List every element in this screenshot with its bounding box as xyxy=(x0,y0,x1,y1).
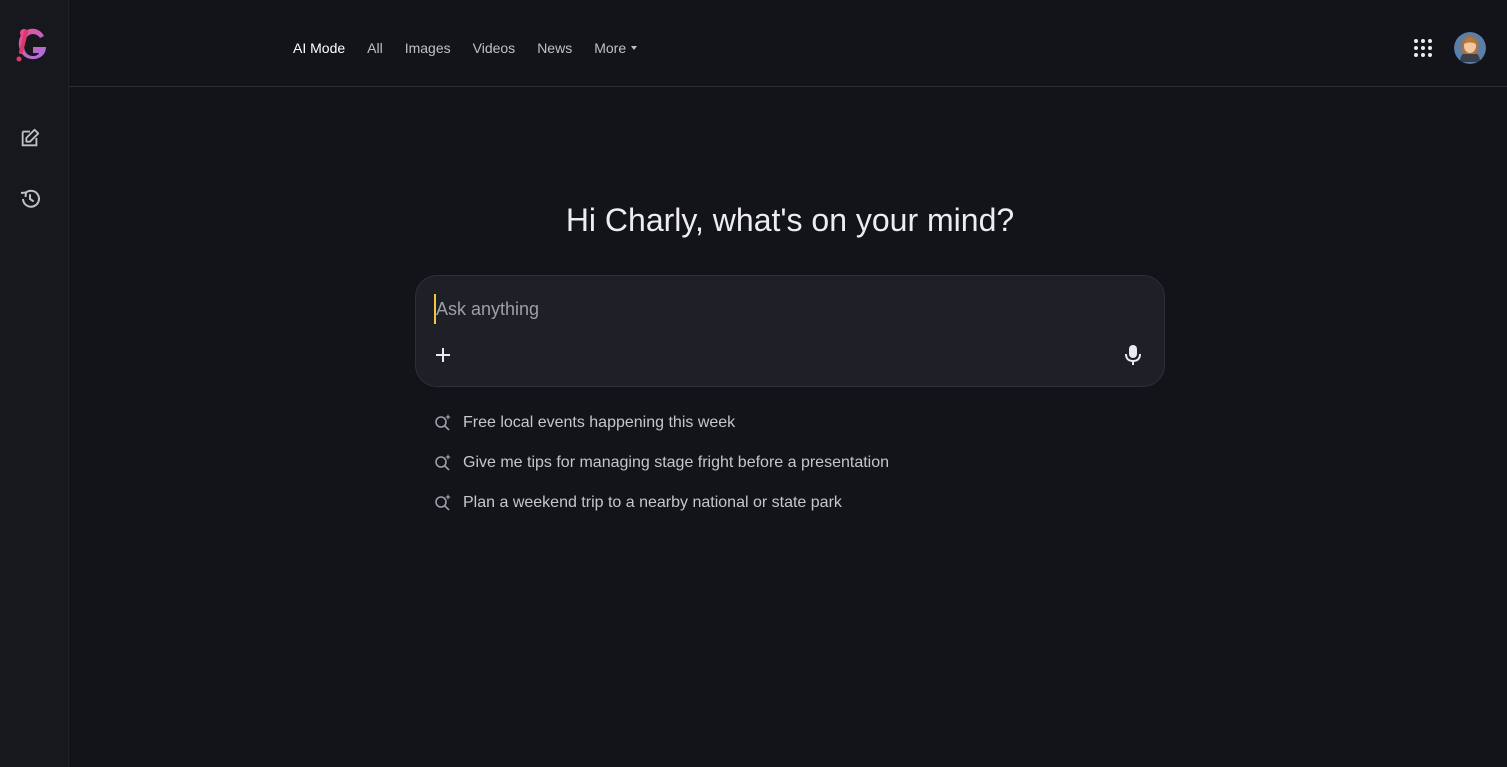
search-sparkle-icon xyxy=(435,454,451,471)
search-sparkle-icon xyxy=(435,414,451,431)
suggestion-label: Free local events happening this week xyxy=(463,414,736,431)
voice-search-button[interactable] xyxy=(1122,342,1144,368)
search-sparkle-icon xyxy=(435,494,451,511)
search-input[interactable] xyxy=(434,294,1138,324)
edit-icon xyxy=(21,128,40,147)
history-icon xyxy=(20,189,40,208)
tab-more[interactable]: More xyxy=(594,39,638,57)
user-avatar-icon xyxy=(1454,32,1486,64)
sidebar xyxy=(0,0,69,767)
tab-images[interactable]: Images xyxy=(405,39,451,57)
apps-grid-button[interactable] xyxy=(1413,38,1433,58)
tab-more-label: More xyxy=(594,40,627,56)
microphone-icon xyxy=(1125,345,1141,365)
tab-ai-mode[interactable]: AI Mode xyxy=(293,39,345,57)
add-attachment-button[interactable] xyxy=(432,344,454,366)
apps-grid-icon xyxy=(1414,39,1432,57)
suggestion-list: Free local events happening this week Gi… xyxy=(433,412,889,532)
new-chat-button[interactable] xyxy=(17,125,43,151)
logo-icon[interactable] xyxy=(11,22,51,70)
plus-icon xyxy=(436,348,450,362)
suggestion-item[interactable]: Give me tips for managing stage fright b… xyxy=(433,452,889,474)
caret-down-icon xyxy=(631,46,638,51)
suggestion-label: Plan a weekend trip to a nearby national… xyxy=(463,494,842,511)
top-bar: AI Mode All Images Videos News More xyxy=(69,0,1507,87)
tab-news[interactable]: News xyxy=(537,39,572,57)
greeting-heading: Hi Charly, what's on your mind? xyxy=(565,202,1015,238)
search-box xyxy=(415,275,1165,387)
avatar[interactable] xyxy=(1454,32,1486,64)
suggestion-item[interactable]: Free local events happening this week xyxy=(433,412,889,434)
tab-videos[interactable]: Videos xyxy=(473,39,516,57)
search-tabs: AI Mode All Images Videos News More xyxy=(293,39,659,57)
suggestion-label: Give me tips for managing stage fright b… xyxy=(463,454,890,471)
tab-all[interactable]: All xyxy=(367,39,383,57)
history-button[interactable] xyxy=(17,186,43,212)
suggestion-item[interactable]: Plan a weekend trip to a nearby national… xyxy=(433,492,889,514)
